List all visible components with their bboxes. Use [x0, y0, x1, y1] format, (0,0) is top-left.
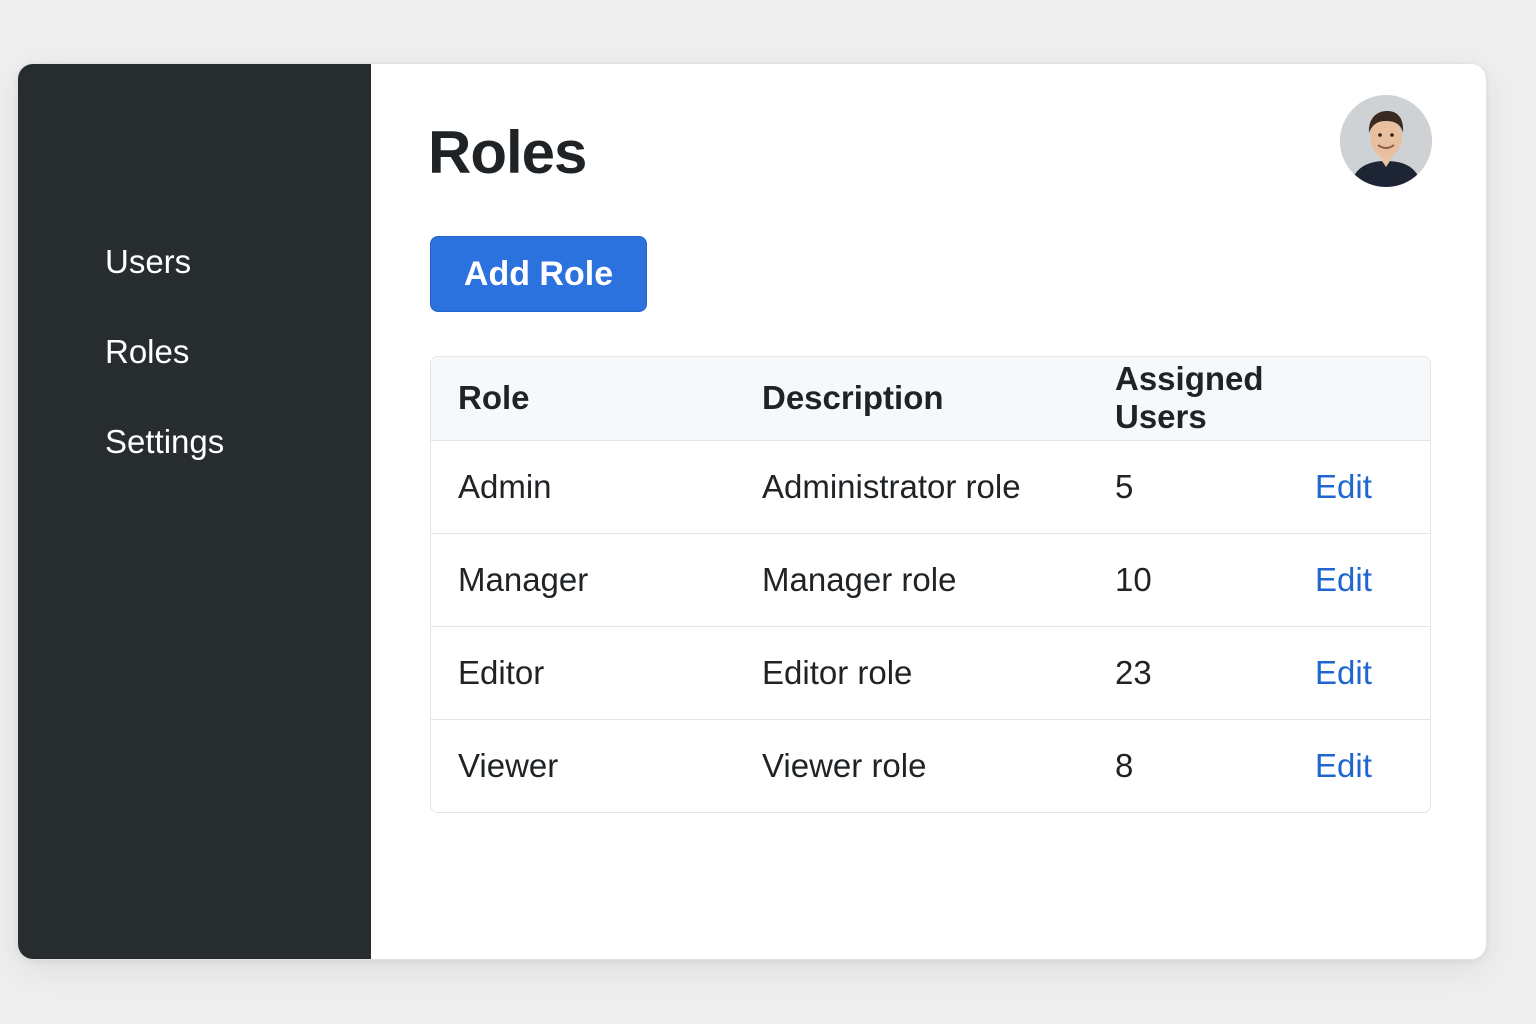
table-row: Viewer Viewer role 8 Edit	[431, 719, 1430, 812]
sidebar: Users Roles Settings	[18, 64, 371, 959]
role-description-cell: Administrator role	[735, 440, 1088, 534]
role-description-cell: Manager role	[735, 533, 1088, 627]
user-avatar-icon	[1340, 95, 1432, 187]
roles-table: Role Description Assigned Users Admin Ad…	[430, 356, 1431, 813]
role-name-cell: Admin	[431, 440, 735, 534]
column-header-description: Description	[735, 357, 1088, 441]
page-title: Roles	[428, 119, 587, 186]
avatar[interactable]	[1340, 95, 1432, 187]
edit-link[interactable]: Edit	[1315, 747, 1372, 784]
table-row: Manager Manager role 10 Edit	[431, 533, 1430, 627]
app-window: Users Roles Settings Roles Add Role Role…	[17, 63, 1487, 960]
table-row: Editor Editor role 23 Edit	[431, 626, 1430, 720]
sidebar-item-users[interactable]: Users	[18, 234, 371, 324]
sidebar-item-roles[interactable]: Roles	[18, 324, 371, 414]
role-name-cell: Manager	[431, 533, 735, 627]
table-row: Admin Administrator role 5 Edit	[431, 440, 1430, 534]
add-role-button[interactable]: Add Role	[430, 236, 647, 312]
assigned-users-cell: 23	[1088, 626, 1288, 720]
main-content: Roles Add Role Role Description Assigned…	[371, 64, 1486, 959]
assigned-users-cell: 5	[1088, 440, 1288, 534]
column-header-actions	[1288, 357, 1430, 441]
role-name-cell: Editor	[431, 626, 735, 720]
assigned-users-cell: 8	[1115, 746, 1134, 784]
edit-link[interactable]: Edit	[1315, 468, 1372, 505]
edit-link[interactable]: Edit	[1315, 654, 1372, 691]
role-name-cell: Viewer	[458, 746, 559, 784]
assigned-users-cell: 10	[1088, 533, 1288, 627]
role-description-cell: Viewer role	[762, 746, 927, 784]
edit-link[interactable]: Edit	[1315, 561, 1372, 598]
column-header-role: Role	[431, 357, 735, 441]
column-header-assigned-users: Assigned Users	[1088, 357, 1288, 441]
table-header-row: Role Description Assigned Users	[431, 357, 1430, 441]
sidebar-item-settings[interactable]: Settings	[18, 414, 371, 504]
role-description-cell: Editor role	[735, 626, 1088, 720]
